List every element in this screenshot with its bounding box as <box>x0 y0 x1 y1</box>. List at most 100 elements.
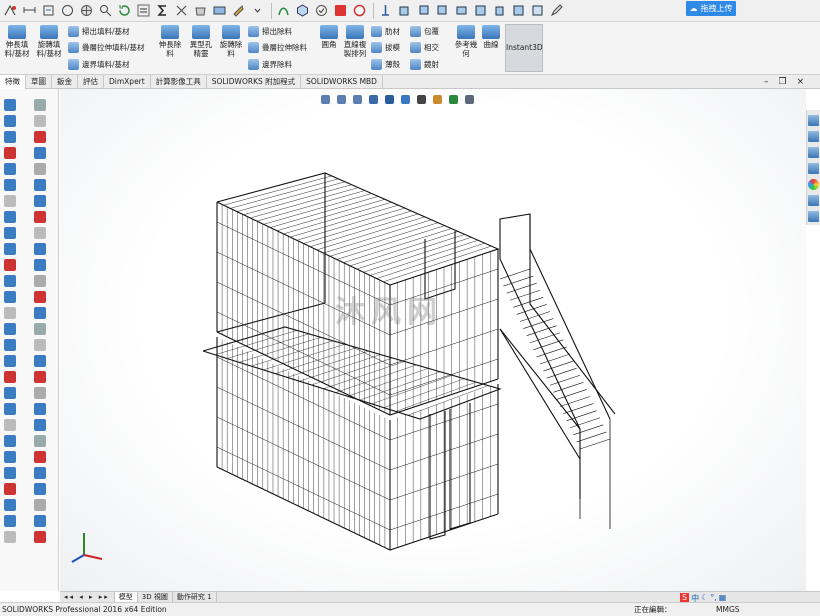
feature-tool-icon[interactable] <box>34 499 46 511</box>
feature-tool-icon[interactable] <box>4 531 16 543</box>
swept-boss-button[interactable]: 掃出填料/基材 <box>68 24 130 38</box>
feature-tool-icon[interactable] <box>34 483 46 495</box>
ref-geometry-button[interactable]: 參考幾 何 <box>452 25 480 58</box>
feature-tool-icon[interactable] <box>34 515 46 527</box>
revolve-boss-button[interactable]: 旋轉填 料/基材 <box>33 25 65 58</box>
resources-icon[interactable] <box>808 115 819 126</box>
feature-tool-icon[interactable] <box>34 115 46 127</box>
right-view-icon[interactable] <box>453 2 470 19</box>
check-icon[interactable] <box>313 2 330 19</box>
feature-tool-icon[interactable] <box>4 291 16 303</box>
linear-pattern-button[interactable]: 直線複 製排列 <box>342 25 368 58</box>
feature-tool-icon[interactable] <box>34 355 46 367</box>
feature-tool-icon[interactable] <box>4 99 16 111</box>
isometric-icon[interactable] <box>294 2 311 19</box>
sum-icon[interactable] <box>154 2 171 19</box>
instant3d-button[interactable]: Instant3D <box>505 24 543 72</box>
feature-tool-icon[interactable] <box>4 435 16 447</box>
feature-tool-icon[interactable] <box>34 147 46 159</box>
plane-icon[interactable] <box>377 2 394 19</box>
feature-tool-icon[interactable] <box>4 243 16 255</box>
zoom-fit-icon[interactable] <box>318 93 332 105</box>
design-library-icon[interactable] <box>808 131 819 142</box>
feature-tool-icon[interactable] <box>4 211 16 223</box>
graphics-viewport[interactable]: 沐风网 <box>60 89 806 591</box>
apply-scene-icon[interactable] <box>446 93 460 105</box>
rebuild-icon[interactable] <box>116 2 133 19</box>
feature-tool-icon[interactable] <box>4 339 16 351</box>
section-view-icon[interactable] <box>366 93 380 105</box>
feature-tool-icon[interactable] <box>4 371 16 383</box>
extrude-cut-button[interactable]: 伸長除 料 <box>156 25 184 58</box>
feature-tool-icon[interactable] <box>34 163 46 175</box>
bottom-tab-0[interactable]: 模型 <box>114 592 138 602</box>
feature-tool-icon[interactable] <box>4 387 16 399</box>
loft-cut-button[interactable]: 疊層拉伸除料 <box>248 40 307 54</box>
feature-tool-icon[interactable] <box>34 451 46 463</box>
feature-tool-icon[interactable] <box>34 435 46 447</box>
options-icon[interactable] <box>230 2 247 19</box>
curves-icon[interactable] <box>275 2 292 19</box>
feature-tool-icon[interactable] <box>4 259 16 271</box>
feature-tool-icon[interactable] <box>34 275 46 287</box>
feature-tool-icon[interactable] <box>34 419 46 431</box>
tab-1[interactable]: 草圖 <box>26 75 52 89</box>
draft-button[interactable]: 拔模 <box>371 40 400 54</box>
file-explorer-icon[interactable] <box>808 147 819 158</box>
edit-appearance-icon[interactable] <box>430 93 444 105</box>
feature-tool-icon[interactable] <box>34 307 46 319</box>
feature-tool-icon[interactable] <box>34 211 46 223</box>
measure-icon[interactable] <box>173 2 190 19</box>
smart-dimension-icon[interactable] <box>21 2 38 19</box>
mirror-button[interactable]: 鏡射 <box>410 57 439 71</box>
hole-wizard-button[interactable]: 異型孔 精靈 <box>186 25 216 58</box>
custom-properties-icon[interactable] <box>808 195 819 206</box>
view-palette-icon[interactable] <box>808 163 819 174</box>
feature-tool-icon[interactable] <box>34 291 46 303</box>
feature-tool-icon[interactable] <box>34 99 46 111</box>
feature-tool-icon[interactable] <box>4 115 16 127</box>
tab-3[interactable]: 評估 <box>78 75 104 89</box>
restore-icon[interactable]: ❐ <box>779 77 797 87</box>
feature-tool-icon[interactable] <box>34 323 46 335</box>
feature-tool-icon[interactable] <box>4 147 16 159</box>
tab-6[interactable]: SOLIDWORKS 附加程式 <box>207 75 302 89</box>
close-icon[interactable]: × <box>797 77 815 87</box>
forum-icon[interactable] <box>808 211 819 222</box>
feature-tool-icon[interactable] <box>4 355 16 367</box>
tab-0[interactable]: 特徵 <box>0 75 26 89</box>
feature-tool-icon[interactable] <box>4 163 16 175</box>
tab-scroll-arrows[interactable]: ◂◂ ◂ ▸ ▸▸ <box>60 592 115 602</box>
feature-tool-icon[interactable] <box>34 371 46 383</box>
pen-icon[interactable] <box>548 2 565 19</box>
display-settings-icon[interactable] <box>462 93 476 105</box>
wrap-button[interactable]: 包覆 <box>410 24 439 38</box>
reference-icon[interactable] <box>351 2 368 19</box>
loft-boss-button[interactable]: 疊層拉伸填料/基材 <box>68 40 145 54</box>
shell-button[interactable]: 薄殼 <box>371 57 400 71</box>
feature-tool-icon[interactable] <box>34 339 46 351</box>
back-view-icon[interactable] <box>415 2 432 19</box>
feature-tool-icon[interactable] <box>4 195 16 207</box>
feature-tool-icon[interactable] <box>4 483 16 495</box>
relation-icon[interactable] <box>40 2 57 19</box>
left-view-icon[interactable] <box>434 2 451 19</box>
sketch-entities-icon[interactable] <box>59 2 76 19</box>
zoom-icon[interactable] <box>97 2 114 19</box>
feature-tool-icon[interactable] <box>4 467 16 479</box>
feature-tool-icon[interactable] <box>4 451 16 463</box>
sketch-icon[interactable] <box>2 2 19 19</box>
feature-tool-icon[interactable] <box>4 403 16 415</box>
feature-tool-icon[interactable] <box>34 467 46 479</box>
feature-tool-icon[interactable] <box>34 531 46 543</box>
trimetric-view-icon[interactable] <box>510 2 527 19</box>
chevron-down-icon[interactable] <box>249 2 266 19</box>
rib-button[interactable]: 肋材 <box>371 24 400 38</box>
zoom-area-icon[interactable] <box>334 93 348 105</box>
curves-button[interactable]: 曲線 <box>480 25 502 49</box>
feature-tool-icon[interactable] <box>4 307 16 319</box>
view-orientation-icon[interactable] <box>382 93 396 105</box>
revolve-cut-button[interactable]: 旋轉除 料 <box>217 25 245 58</box>
previous-view-icon[interactable] <box>350 93 364 105</box>
section-view-icon[interactable] <box>211 2 228 19</box>
